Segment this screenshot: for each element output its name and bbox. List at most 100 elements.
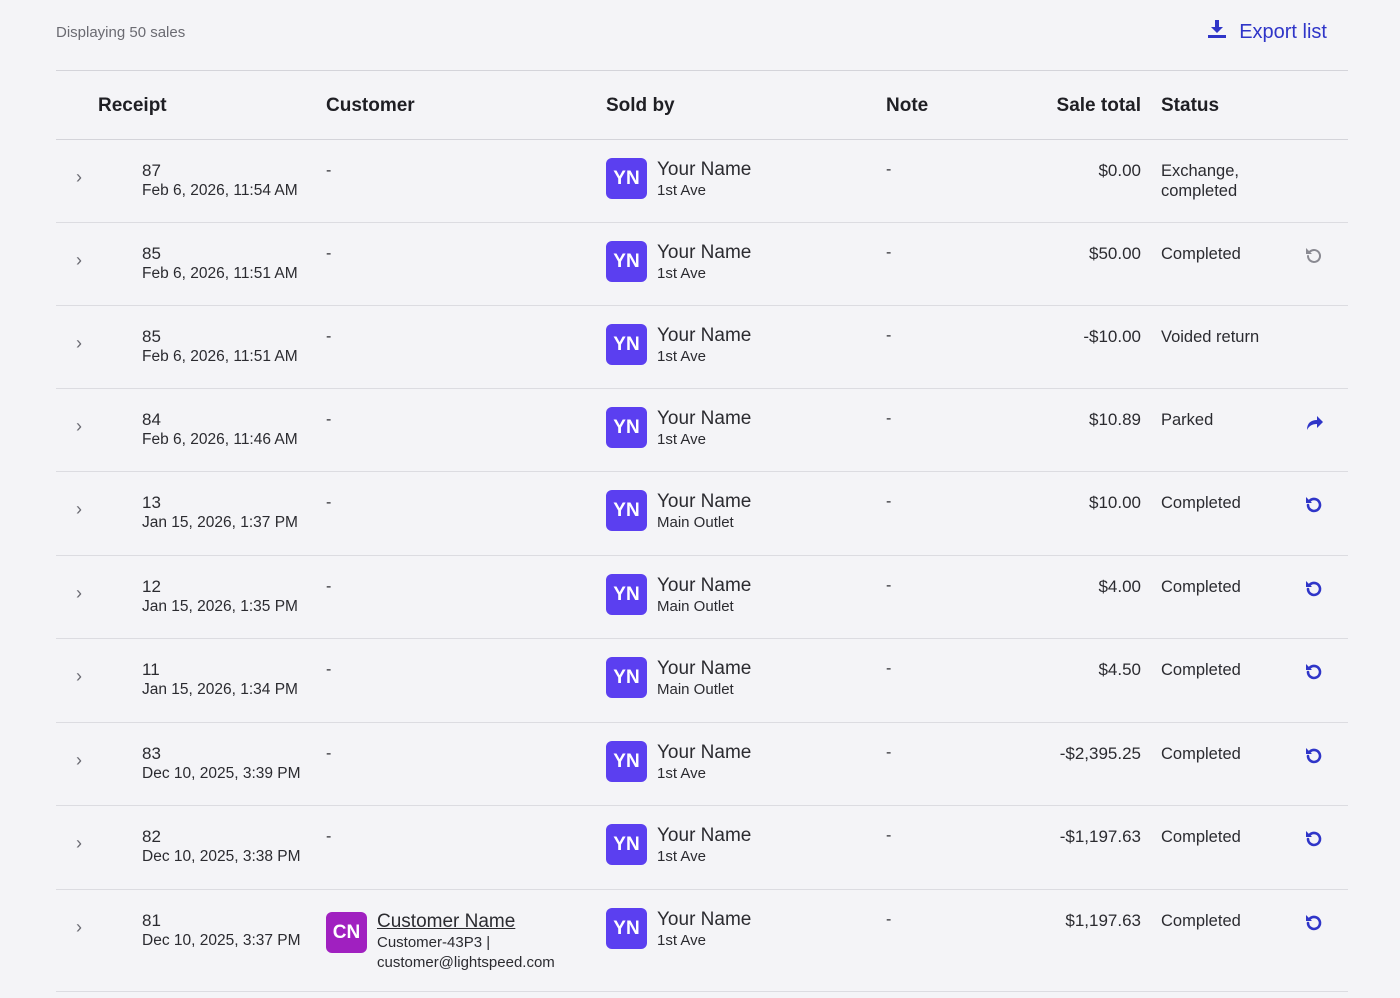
table-row[interactable]: › 11 Jan 15, 2026, 1:34 PM - YN Your Nam… bbox=[56, 639, 1348, 723]
status-cell: Exchange, completed bbox=[1161, 161, 1239, 201]
sales-count: Displaying 50 sales bbox=[56, 23, 186, 41]
expand-chevron-icon[interactable]: › bbox=[76, 834, 88, 852]
status-text: Completed bbox=[1161, 578, 1241, 596]
seller-name: Your Name bbox=[657, 325, 752, 346]
customer-cell: - bbox=[326, 162, 332, 179]
return-sale-icon[interactable] bbox=[1303, 578, 1325, 600]
status-cell: Voided return bbox=[1161, 327, 1259, 347]
seller-outlet: Main Outlet bbox=[657, 598, 734, 615]
receipt-cell: 12 Jan 15, 2026, 1:35 PM bbox=[142, 577, 298, 617]
return-sale-icon[interactable] bbox=[1303, 828, 1325, 850]
receipt-cell: 84 Feb 6, 2026, 11:46 AM bbox=[142, 410, 298, 450]
seller-outlet: Main Outlet bbox=[657, 681, 734, 698]
column-header-sold-by[interactable]: Sold by bbox=[606, 95, 675, 117]
table-row[interactable]: › 81 Dec 10, 2025, 3:37 PM CN Customer N… bbox=[56, 890, 1348, 992]
seller-name: Your Name bbox=[657, 491, 752, 512]
table-row[interactable]: › 12 Jan 15, 2026, 1:35 PM - YN Your Nam… bbox=[56, 556, 1348, 639]
table-row[interactable]: › 84 Feb 6, 2026, 11:46 AM - YN Your Nam… bbox=[56, 389, 1348, 472]
receipt-number: 11 bbox=[142, 660, 160, 679]
expand-chevron-icon[interactable]: › bbox=[76, 584, 88, 602]
note-cell: - bbox=[886, 493, 892, 510]
table-row[interactable]: › 87 Feb 6, 2026, 11:54 AM - YN Your Nam… bbox=[56, 140, 1348, 223]
customer-cell: - bbox=[326, 578, 332, 595]
column-header-customer[interactable]: Customer bbox=[326, 95, 415, 117]
seller-name: Your Name bbox=[657, 909, 752, 930]
continue-sale-icon[interactable] bbox=[1303, 411, 1325, 433]
expand-chevron-icon[interactable]: › bbox=[76, 334, 88, 352]
receipt-number: 13 bbox=[142, 493, 161, 512]
receipt-cell: 87 Feb 6, 2026, 11:54 AM bbox=[142, 161, 298, 201]
sold-by-cell: YN Your Name 1st Ave bbox=[606, 908, 751, 950]
sale-total-cell: -$10.00 bbox=[1083, 327, 1141, 346]
receipt-date: Jan 15, 2026, 1:35 PM bbox=[142, 598, 298, 615]
receipt-number: 85 bbox=[142, 327, 161, 346]
return-sale-icon[interactable] bbox=[1303, 745, 1325, 767]
return-sale-icon[interactable] bbox=[1303, 494, 1325, 516]
column-header-note[interactable]: Note bbox=[886, 95, 928, 117]
seller-avatar: YN bbox=[606, 324, 647, 365]
return-sale-disabled-icon bbox=[1303, 245, 1325, 267]
sale-total-cell: -$1,197.63 bbox=[1059, 827, 1141, 846]
receipt-number: 83 bbox=[142, 744, 161, 763]
status-cell: Parked bbox=[1161, 410, 1213, 430]
seller-name: Your Name bbox=[657, 825, 752, 846]
customer-name-link[interactable]: Customer Name bbox=[377, 911, 555, 933]
export-list-label: Export list bbox=[1239, 20, 1327, 43]
receipt-date: Feb 6, 2026, 11:46 AM bbox=[142, 431, 298, 448]
expand-chevron-icon[interactable]: › bbox=[76, 500, 88, 518]
receipt-date: Jan 15, 2026, 1:37 PM bbox=[142, 514, 298, 531]
status-cell: Completed bbox=[1161, 827, 1241, 847]
expand-chevron-icon[interactable]: › bbox=[76, 417, 88, 435]
column-header-sale-total[interactable]: Sale total bbox=[1057, 95, 1141, 117]
seller-avatar: YN bbox=[606, 490, 647, 531]
note-cell: - bbox=[886, 827, 892, 844]
seller-outlet: 1st Ave bbox=[657, 765, 706, 782]
receipt-date: Feb 6, 2026, 11:51 AM bbox=[142, 348, 298, 365]
column-header-receipt[interactable]: Receipt bbox=[98, 95, 167, 117]
status-cell: Completed bbox=[1161, 244, 1241, 264]
table-row[interactable]: › 13 Jan 15, 2026, 1:37 PM - YN Your Nam… bbox=[56, 472, 1348, 556]
expand-chevron-icon[interactable]: › bbox=[76, 168, 88, 186]
expand-chevron-icon[interactable]: › bbox=[76, 751, 88, 769]
table-row[interactable]: › 83 Dec 10, 2025, 3:39 PM - YN Your Nam… bbox=[56, 723, 1348, 806]
sold-by-cell: YN Your Name Main Outlet bbox=[606, 490, 751, 532]
expand-chevron-icon[interactable]: › bbox=[76, 251, 88, 269]
table-row[interactable]: › 85 Feb 6, 2026, 11:51 AM - YN Your Nam… bbox=[56, 306, 1348, 389]
seller-outlet: 1st Ave bbox=[657, 265, 706, 282]
seller-avatar: YN bbox=[606, 657, 647, 698]
seller-name: Your Name bbox=[657, 658, 752, 679]
sold-by-cell: YN Your Name 1st Ave bbox=[606, 824, 751, 866]
export-list-button[interactable]: Export list bbox=[1207, 19, 1327, 45]
customer-cell: - bbox=[326, 661, 332, 678]
sale-total-cell: $10.89 bbox=[1089, 410, 1141, 429]
sold-by-cell: YN Your Name Main Outlet bbox=[606, 574, 751, 616]
status-text: Completed bbox=[1161, 245, 1241, 263]
table-body: › 87 Feb 6, 2026, 11:54 AM - YN Your Nam… bbox=[56, 140, 1348, 992]
receipt-date: Dec 10, 2025, 3:38 PM bbox=[142, 848, 301, 865]
seller-name: Your Name bbox=[657, 408, 752, 429]
sales-table: Receipt Customer Sold by Note Sale total… bbox=[56, 70, 1348, 992]
status-text: Completed bbox=[1161, 745, 1241, 763]
sale-total-cell: -$2,395.25 bbox=[1059, 744, 1141, 763]
sold-by-cell: YN Your Name 1st Ave bbox=[606, 741, 751, 783]
seller-outlet: Main Outlet bbox=[657, 514, 734, 531]
column-header-status[interactable]: Status bbox=[1161, 95, 1219, 117]
receipt-date: Feb 6, 2026, 11:54 AM bbox=[142, 182, 298, 199]
status-text: Completed bbox=[1161, 828, 1241, 846]
return-sale-icon[interactable] bbox=[1303, 912, 1325, 934]
customer-cell: - bbox=[326, 745, 332, 762]
table-row[interactable]: › 82 Dec 10, 2025, 3:38 PM - YN Your Nam… bbox=[56, 806, 1348, 890]
customer-cell: - bbox=[326, 245, 332, 262]
sold-by-cell: YN Your Name 1st Ave bbox=[606, 324, 751, 366]
table-row[interactable]: › 85 Feb 6, 2026, 11:51 AM - YN Your Nam… bbox=[56, 223, 1348, 306]
customer-email: customer@lightspeed.com bbox=[377, 954, 555, 971]
return-sale-icon[interactable] bbox=[1303, 661, 1325, 683]
expand-chevron-icon[interactable]: › bbox=[76, 667, 88, 685]
receipt-date: Jan 15, 2026, 1:34 PM bbox=[142, 681, 298, 698]
status-text: Exchange, bbox=[1161, 162, 1239, 180]
receipt-cell: 11 Jan 15, 2026, 1:34 PM bbox=[142, 660, 298, 700]
seller-avatar: YN bbox=[606, 158, 647, 199]
expand-chevron-icon[interactable]: › bbox=[76, 918, 88, 936]
customer-code: Customer-43P3 | bbox=[377, 934, 491, 951]
status-text: Completed bbox=[1161, 661, 1241, 679]
